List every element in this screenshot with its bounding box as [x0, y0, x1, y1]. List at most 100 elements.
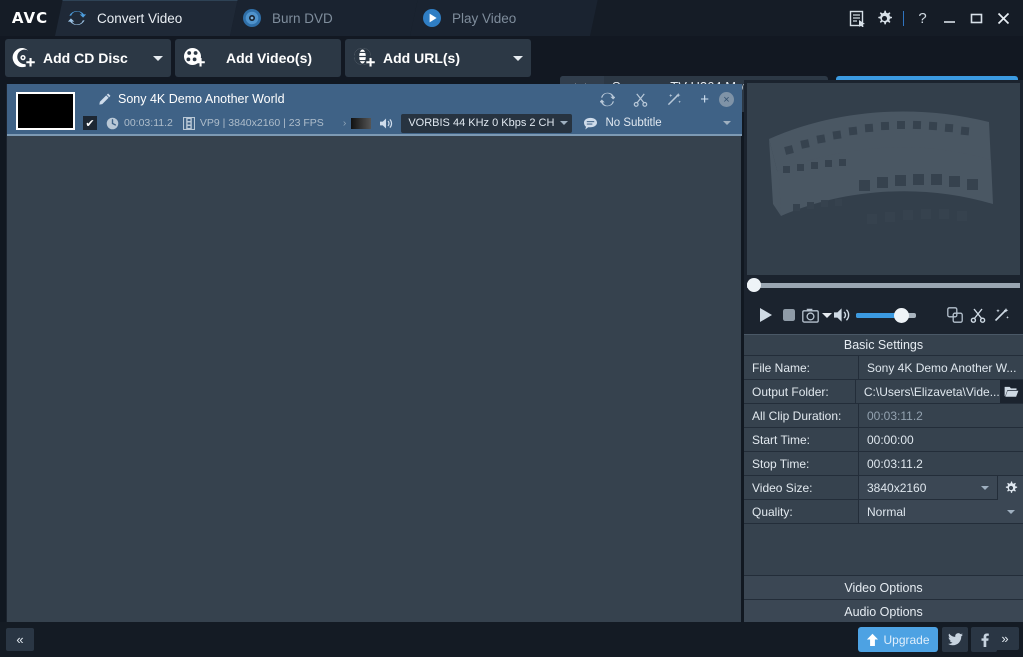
add-cd-disc-button[interactable]: Add CD Disc	[5, 39, 171, 77]
seek-bar[interactable]	[747, 278, 1020, 292]
video-duration: 00:03:11.2	[124, 117, 173, 129]
scissors-icon[interactable]	[967, 307, 990, 323]
setting-label: File Name:	[744, 356, 859, 379]
setting-row-all-clip-duration: All Clip Duration: 00:03:11.2	[744, 404, 1023, 428]
video-thumbnail	[16, 92, 75, 130]
disc-icon	[243, 9, 261, 27]
gear-icon[interactable]	[871, 5, 898, 31]
camera-icon[interactable]	[800, 308, 820, 323]
tab-label: Play Video	[452, 10, 517, 26]
setting-value[interactable]: 00:03:11.2	[859, 452, 1023, 475]
chevron-down-icon	[981, 485, 989, 490]
speaker-icon[interactable]	[833, 307, 853, 323]
setting-value[interactable]: Sony 4K Demo Another W...	[859, 356, 1023, 379]
audio-track-value: VORBIS 44 KHz 0 Kbps 2 CH	[408, 117, 555, 129]
video-options-button[interactable]: Video Options	[744, 576, 1023, 600]
video-checkbox[interactable]: ✔	[83, 116, 97, 130]
upgrade-button[interactable]: Upgrade	[858, 627, 938, 652]
film-icon	[182, 116, 195, 130]
tab-convert-video[interactable]: Convert Video	[55, 0, 238, 36]
video-size-select[interactable]: 3840x2160	[859, 476, 997, 499]
divider	[903, 10, 904, 26]
subtitle-select[interactable]: No Subtitle	[603, 114, 741, 133]
setting-label: Start Time:	[744, 428, 859, 451]
collapse-right-button[interactable]: »	[991, 627, 1019, 650]
collapse-left-button[interactable]: «	[6, 628, 34, 651]
setting-label: Video Size:	[744, 476, 859, 499]
subtitle-value: No Subtitle	[605, 117, 662, 129]
setting-label: Output Folder:	[744, 380, 856, 403]
setting-label: All Clip Duration:	[744, 404, 859, 427]
crop-icon[interactable]	[944, 307, 967, 323]
play-circle-icon	[423, 9, 441, 27]
help-button[interactable]: ?	[909, 5, 936, 31]
pencil-icon[interactable]	[99, 93, 111, 105]
app-logo: AVC	[11, 9, 49, 27]
video-title-text: Sony 4K Demo Another World	[118, 92, 285, 106]
effects-icon[interactable]	[990, 307, 1013, 323]
audio-options-button[interactable]: Audio Options	[744, 600, 1023, 624]
setting-value[interactable]: C:\Users\Elizaveta\Vide...	[855, 380, 1000, 403]
tab-burn-dvd[interactable]: Burn DVD	[230, 0, 418, 36]
remove-row-button[interactable]: ×	[719, 92, 734, 107]
upgrade-label: Upgrade	[883, 632, 930, 647]
film-plus-icon	[175, 46, 213, 70]
setting-row-file-name: File Name: Sony 4K Demo Another W...	[744, 356, 1023, 380]
setting-row-start-time: Start Time: 00:00:00	[744, 428, 1023, 452]
snapshot-chevron-down-icon[interactable]	[820, 312, 833, 318]
subtitle-icon	[584, 117, 598, 129]
chevron-down-icon	[1007, 509, 1015, 514]
twitter-icon[interactable]	[942, 627, 968, 652]
preview-area[interactable]	[747, 83, 1020, 275]
close-icon[interactable]	[990, 5, 1017, 31]
settings-filler	[744, 524, 1023, 576]
add-videos-button[interactable]: Add Video(s)	[175, 39, 341, 77]
speaker-icon	[380, 117, 393, 129]
add-cd-disc-label: Add CD Disc	[43, 50, 128, 66]
chevron-right-icon: ›	[342, 117, 347, 129]
setting-label: Stop Time:	[744, 452, 859, 475]
video-list-row[interactable]: Sony 4K Demo Another World ✔ 00:03:11.2 …	[7, 84, 742, 136]
video-meta: ✔ 00:03:11.2 VP9 | 3840x2160 | 23 FPS ›	[83, 113, 741, 133]
list-select-icon[interactable]	[844, 5, 871, 31]
setting-value: 00:03:11.2	[859, 404, 1023, 427]
audio-track-select[interactable]: VORBIS 44 KHz 0 Kbps 2 CH	[401, 113, 573, 133]
add-cd-disc-caret[interactable]	[145, 55, 171, 61]
video-title: Sony 4K Demo Another World	[99, 92, 285, 106]
player-controls	[744, 296, 1023, 334]
video-size-settings-gear-icon[interactable]	[997, 476, 1023, 500]
play-icon[interactable]	[754, 307, 777, 323]
setting-row-quality: Quality: Normal	[744, 500, 1023, 524]
volume-slider[interactable]	[856, 307, 916, 323]
effects-icon[interactable]	[666, 92, 682, 107]
quality-select[interactable]: Normal	[859, 500, 1023, 523]
up-arrow-icon	[867, 633, 879, 646]
cd-plus-icon	[5, 46, 43, 70]
scissors-icon[interactable]	[633, 92, 648, 107]
stop-icon[interactable]	[777, 308, 800, 322]
basic-settings-header: Basic Settings	[744, 334, 1023, 356]
basic-settings-panel: Basic Settings File Name: Sony 4K Demo A…	[744, 334, 1023, 624]
video-list-pane[interactable]: Sony 4K Demo Another World ✔ 00:03:11.2 …	[6, 84, 742, 622]
add-urls-button[interactable]: Add URL(s)	[345, 39, 531, 77]
setting-value[interactable]: 00:00:00	[859, 428, 1023, 451]
tab-play-video[interactable]: Play Video	[410, 0, 598, 36]
refresh-icon	[67, 10, 87, 26]
setting-label: Quality:	[744, 500, 859, 523]
add-row-button[interactable]: +	[700, 91, 709, 108]
volume-handle[interactable]	[894, 307, 910, 323]
add-urls-label: Add URL(s)	[383, 50, 460, 66]
browse-folder-icon[interactable]	[1000, 380, 1023, 403]
setting-row-video-size: Video Size: 3840x2160	[744, 476, 1023, 500]
globe-plus-icon	[345, 46, 383, 70]
seek-handle[interactable]	[747, 278, 761, 292]
add-videos-label: Add Video(s)	[225, 50, 313, 66]
minimize-icon[interactable]	[936, 5, 963, 31]
add-urls-caret[interactable]	[505, 55, 531, 61]
tab-label: Burn DVD	[272, 10, 333, 26]
chevron-down-icon	[560, 121, 569, 125]
color-swatch	[351, 117, 372, 129]
app-window: AVC Convert Video Burn DVD Play Video ? …	[0, 0, 1023, 657]
rotate-icon[interactable]	[600, 92, 616, 107]
maximize-icon[interactable]	[963, 5, 990, 31]
